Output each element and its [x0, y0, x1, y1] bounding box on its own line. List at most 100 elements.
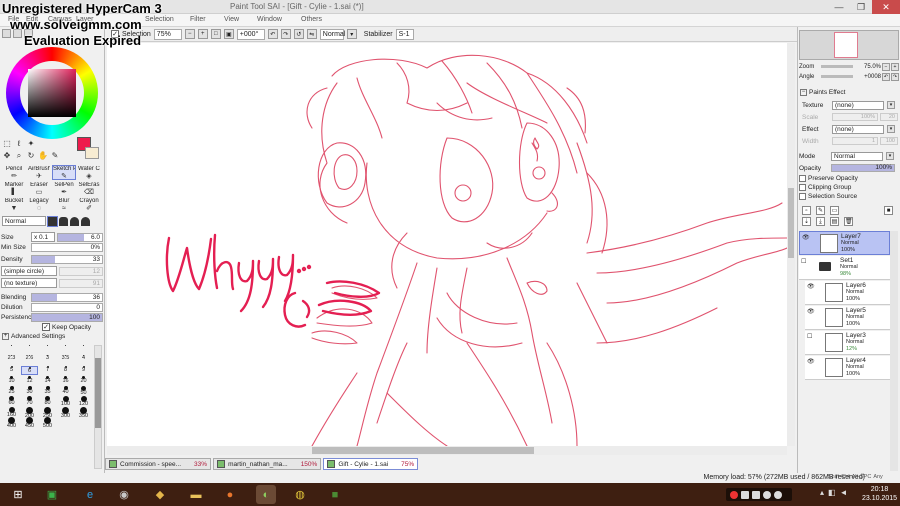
minecraft-icon[interactable]: ■: [325, 485, 345, 504]
size-preset[interactable]: 500: [39, 417, 56, 429]
menu-edit[interactable]: Edit: [26, 16, 38, 23]
rotate-left-button[interactable]: ↶: [267, 29, 278, 39]
internet-explorer-icon[interactable]: e: [80, 485, 100, 504]
hsv-slider-mode-button[interactable]: [24, 29, 33, 38]
chrome-icon[interactable]: ◍: [290, 485, 310, 504]
texture-strength-slider[interactable]: 91: [59, 278, 103, 288]
menu-filter[interactable]: Filter: [190, 16, 206, 23]
rotate-right-button[interactable]: ↷: [280, 29, 291, 39]
size-preset[interactable]: [75, 345, 92, 354]
zoom-out-button[interactable]: −: [184, 29, 195, 39]
size-preset[interactable]: 8: [57, 365, 74, 375]
size-preset[interactable]: 200: [21, 406, 38, 419]
effect-select[interactable]: (none): [832, 124, 884, 134]
shape-strength-slider[interactable]: 12: [59, 266, 103, 276]
brush-eraser[interactable]: Eraser ▭: [27, 181, 51, 196]
size-preset[interactable]: 14: [39, 375, 56, 385]
size-preset[interactable]: 9: [75, 365, 92, 375]
size-preset[interactable]: [39, 345, 56, 354]
size-preset[interactable]: 450: [21, 417, 38, 429]
menu-selection[interactable]: Selection: [145, 16, 174, 23]
navigator-angle-slider[interactable]: [821, 75, 853, 78]
maximize-button[interactable]: ❐: [850, 0, 872, 14]
close-button[interactable]: ✕: [872, 0, 900, 14]
layer-item-set1[interactable]: ☐ Set1 Normal 98%: [799, 256, 890, 280]
mode-select[interactable]: Normal: [319, 28, 345, 40]
size-preset[interactable]: 6: [21, 365, 38, 375]
pause-icon[interactable]: [752, 490, 760, 499]
record-icon[interactable]: [730, 490, 738, 499]
brush-blur[interactable]: Blur ≈: [52, 197, 76, 212]
rect-select-icon[interactable]: ⬚: [2, 139, 12, 149]
drawing-canvas[interactable]: [107, 43, 787, 446]
brush-tip-hard-icon[interactable]: [47, 215, 58, 227]
size-preset[interactable]: 25: [3, 386, 20, 395]
size-preset[interactable]: 2.6: [21, 355, 38, 364]
new-linework-layer-icon[interactable]: ✎: [816, 206, 825, 215]
angle-select[interactable]: +000°: [236, 28, 265, 40]
rgb-slider-mode-button[interactable]: [13, 29, 22, 38]
paints-effect-header[interactable]: − Paints Effect: [800, 89, 845, 96]
rotate-icon[interactable]: ↻: [26, 151, 36, 161]
document-tab[interactable]: Commission - spee... 33%: [105, 458, 212, 470]
width-strength-value[interactable]: 100: [880, 137, 898, 145]
game-icon[interactable]: ◆: [150, 485, 170, 504]
layer-item-layer7[interactable]: 👁 Layer7 Normal 100%: [799, 231, 890, 255]
firefox-icon[interactable]: ●: [220, 485, 240, 504]
visibility-eye-icon[interactable]: 👁: [802, 235, 811, 242]
size-preset[interactable]: 20: [75, 375, 92, 385]
selection-checkbox[interactable]: ✓: [111, 30, 119, 38]
windows-start-icon[interactable]: ⊞: [8, 485, 28, 504]
texture-select[interactable]: (none): [832, 100, 884, 110]
density-slider[interactable]: 33: [31, 254, 103, 264]
camera-icon[interactable]: [774, 490, 782, 499]
stabilizer-select[interactable]: S-1: [395, 28, 414, 40]
layer-item-layer6[interactable]: 👁 Layer6 Normal 100%: [805, 281, 890, 305]
stop-icon[interactable]: [741, 490, 749, 499]
brush-legacy[interactable]: Legacy ◌: [27, 197, 51, 212]
preserve-opacity-checkbox[interactable]: [799, 175, 806, 182]
menu-layer[interactable]: Layer: [76, 16, 94, 23]
texture-dropdown-button[interactable]: ▾: [887, 101, 895, 109]
document-tab[interactable]: martin_nathan_ma... 150%: [213, 458, 322, 470]
brush-bucket[interactable]: Bucket ▼: [2, 197, 26, 212]
navigator-rotate-right-button[interactable]: ↷: [891, 72, 899, 81]
tray-expand-icon[interactable]: ▴: [820, 488, 824, 497]
size-preset[interactable]: 250: [39, 406, 56, 419]
size-preset[interactable]: 2.3: [3, 355, 20, 364]
zoom-reset-button[interactable]: □: [210, 29, 221, 39]
move-icon[interactable]: ✥: [2, 151, 12, 161]
menu-file[interactable]: File: [8, 16, 19, 23]
layer-item-layer4[interactable]: 👁 Layer4 Normal 100%: [805, 356, 890, 380]
size-preset[interactable]: 350: [75, 406, 92, 419]
menu-view[interactable]: View: [224, 16, 239, 23]
size-preset[interactable]: 80: [39, 396, 56, 406]
visibility-eye-icon[interactable]: 👁: [807, 359, 816, 366]
size-preset[interactable]: 60: [3, 396, 20, 406]
canvas-horizontal-scrollbar[interactable]: [107, 446, 787, 455]
new-layer-icon[interactable]: ▫: [802, 206, 811, 215]
size-preset[interactable]: 50: [75, 386, 92, 396]
navigator-rotate-left-button[interactable]: ↶: [882, 72, 890, 81]
canvas-vertical-scroll-thumb[interactable]: [788, 188, 794, 258]
size-multiplier-select[interactable]: x 0.1: [31, 232, 55, 242]
layer-mode-dropdown-button[interactable]: ▾: [886, 152, 894, 160]
size-preset[interactable]: [21, 345, 38, 354]
mode-option-button[interactable]: ▾: [346, 29, 357, 39]
scale-strength-value[interactable]: 20: [880, 113, 898, 121]
canvas-horizontal-scroll-thumb[interactable]: [312, 447, 534, 454]
navigator-zoom-in-button[interactable]: +: [891, 62, 899, 71]
navigator-preview[interactable]: [799, 30, 899, 60]
dilution-slider[interactable]: 0: [31, 302, 103, 312]
volume-icon[interactable]: ◄: [840, 488, 848, 497]
navigator-zoom-slider[interactable]: [821, 65, 853, 68]
brush-crayon[interactable]: Crayon ✐: [77, 197, 101, 212]
zoom-select[interactable]: 75%: [153, 28, 182, 40]
layer-item-layer5[interactable]: 👁 Layer5 Normal 100%: [805, 306, 890, 330]
navigator-zoom-out-button[interactable]: −: [882, 62, 890, 71]
size-preset[interactable]: 70: [21, 396, 38, 406]
network-icon[interactable]: ◧: [828, 488, 836, 497]
media-player-icon[interactable]: ◉: [114, 485, 134, 504]
size-slider[interactable]: 6.0: [57, 232, 103, 242]
rotate-reset-button[interactable]: ↺: [293, 29, 304, 39]
